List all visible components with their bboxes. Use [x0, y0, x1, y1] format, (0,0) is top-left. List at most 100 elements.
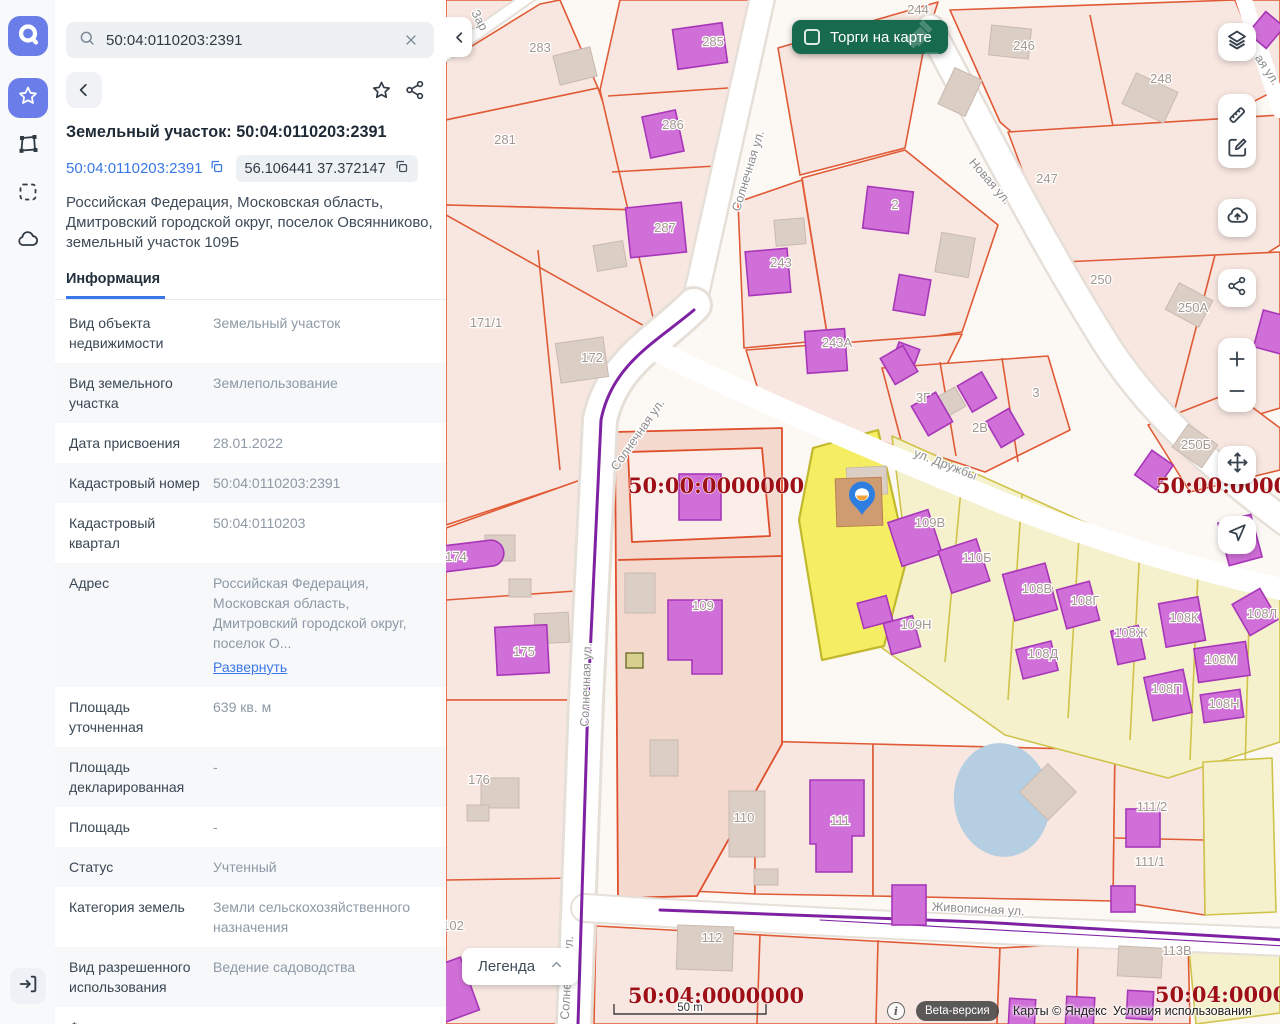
gavel-icon: [898, 20, 944, 54]
draw-tools-group: [1218, 94, 1256, 168]
parcel-number-label: 3: [1032, 385, 1039, 400]
beta-badge: Beta-версия: [916, 1001, 999, 1021]
info-row-value: Ведение садоводства: [201, 957, 355, 997]
parcel-number-label: 250А: [1178, 300, 1209, 315]
object-toolbar: [66, 72, 434, 108]
parcel-number-label: 108Ж: [1114, 625, 1148, 640]
info-icon[interactable]: i: [887, 1002, 905, 1020]
search-input[interactable]: [106, 32, 400, 49]
parcel-number-label: 250Б: [1181, 437, 1211, 452]
exit-button[interactable]: [10, 968, 46, 1004]
sidebar-item-select-area[interactable]: [8, 174, 48, 214]
info-row: СтатусУчтенный: [55, 847, 446, 887]
info-row-value: Землепользование: [201, 373, 338, 413]
app-logo[interactable]: [8, 16, 48, 56]
parcel-number-label: 111/2: [1137, 799, 1168, 814]
parcel-number-label: 246: [1013, 38, 1035, 53]
info-row: Площадь-: [55, 807, 446, 847]
info-row-label: Кадастровый квартал: [69, 513, 201, 553]
info-row-value: 50:04:0110203: [201, 513, 305, 553]
locate-button[interactable]: [1218, 516, 1256, 554]
info-row: АдресРоссийская Федерация, Московская об…: [55, 563, 446, 687]
logout-icon: [17, 973, 39, 1000]
parcel-number-label: 108Г: [1071, 593, 1100, 608]
zoom-group: [1218, 338, 1256, 412]
info-row: Вид разрешенного использованияВедение са…: [55, 947, 446, 1007]
info-table: Вид объекта недвижимостиЗемельный участо…: [55, 303, 446, 1024]
move-icon: [1226, 451, 1249, 479]
legend-label: Легенда: [478, 958, 535, 975]
copy-icon[interactable]: [394, 159, 409, 178]
collapse-panel-button[interactable]: [446, 17, 472, 57]
info-row-label: Категория земель: [69, 897, 201, 937]
info-row: Площадь уточненная639 кв. м: [55, 687, 446, 747]
chevron-up-icon: [549, 957, 564, 976]
legend-button[interactable]: Легенда: [462, 948, 578, 985]
tab-bar: Информация: [55, 270, 446, 300]
parcel-number-label: 108П: [1151, 681, 1182, 696]
parcel-number-label: 108М: [1205, 652, 1238, 667]
select-area-icon: [16, 180, 40, 209]
info-row-value: -: [201, 757, 218, 797]
parcel-number-label: 248: [1150, 71, 1172, 86]
map-attribution: Карты © Яндекс: [1013, 1004, 1107, 1018]
cadastral-quarter-label: 50:00:0000000: [628, 473, 804, 498]
search-bar[interactable]: [66, 22, 434, 58]
sidebar-item-polygon-tool[interactable]: [8, 126, 48, 166]
ruler-button[interactable]: [1218, 99, 1256, 131]
cadastral-map[interactable]: 2832812852862872432243А3Г32В244246248247…: [446, 0, 1280, 1024]
layers-button[interactable]: [1218, 23, 1256, 61]
edit-button[interactable]: [1218, 131, 1256, 163]
cadastral-quarter-label: 50:00:0000000: [1156, 473, 1280, 498]
parcel-number-label: 112: [702, 930, 723, 945]
search-icon: [78, 29, 96, 52]
info-row-label: Вид земельного участка: [69, 373, 201, 413]
coordinates-chip[interactable]: 56.106441 37.372147: [236, 155, 418, 182]
sidebar-item-cloud[interactable]: [8, 222, 48, 262]
parcel-number-label: 3Г: [916, 390, 930, 405]
info-row-label: Дата присвоения: [69, 433, 201, 453]
back-button[interactable]: [66, 72, 102, 108]
page-title: Земельный участок: 50:04:0110203:2391: [66, 123, 434, 142]
copy-icon[interactable]: [209, 159, 224, 178]
auction-toggle-button[interactable]: Торги на карте: [792, 20, 948, 54]
info-row: Площадь декларированная-: [55, 747, 446, 807]
info-row-value: 28.01.2022: [201, 433, 283, 453]
parcel-number-label: 176: [468, 772, 490, 787]
shed: [626, 653, 643, 668]
pan-button[interactable]: [1218, 446, 1256, 484]
info-row: Кадастровый номер50:04:0110203:2391: [55, 463, 446, 503]
info-row-value: Земельный участок: [201, 313, 340, 353]
info-row-value: Российская Федерация, Московская область…: [201, 573, 432, 677]
parcel-number-label: 175: [513, 644, 535, 659]
upload-button[interactable]: [1218, 199, 1256, 237]
parcel-number-label: 108Д: [1028, 646, 1059, 661]
parcel-number-label: 244: [907, 2, 929, 17]
info-row-label: Кадастровый номер: [69, 473, 201, 493]
info-row: Вид земельного участкаЗемлепользование: [55, 363, 446, 423]
clear-search-icon[interactable]: [400, 29, 422, 51]
parcel-number-label: 2: [891, 197, 898, 212]
parcel-number-label: 286: [662, 117, 684, 132]
info-row-label: Площадь: [69, 817, 201, 837]
zoom-in-button[interactable]: [1218, 343, 1256, 375]
parcel-number-label: 102: [446, 918, 464, 933]
parcel-number-label: 108В: [1022, 581, 1052, 596]
zoom-out-button[interactable]: [1218, 375, 1256, 407]
object-address: Российская Федерация, Московская область…: [66, 193, 434, 253]
terms-link[interactable]: Условия использования: [1113, 1004, 1252, 1018]
cloud-icon: [16, 228, 40, 257]
cadastral-number-link[interactable]: 50:04:0110203:2391: [66, 159, 224, 178]
expand-address-link[interactable]: Развернуть: [213, 657, 287, 677]
info-row-value: 639 кв. м: [201, 697, 271, 737]
parcel-number-label: 285: [702, 34, 724, 49]
favorite-button[interactable]: [364, 73, 398, 107]
map-area[interactable]: 2832812852862872432243А3Г32В244246248247…: [446, 0, 1280, 1024]
auction-checkbox[interactable]: [804, 29, 820, 45]
parcel-number-label: 243: [770, 255, 792, 270]
tab-information[interactable]: Информация: [66, 271, 165, 299]
layers-icon: [1225, 28, 1249, 57]
sidebar-item-favorites[interactable]: [8, 78, 48, 118]
share-button[interactable]: [398, 73, 432, 107]
share-map-button[interactable]: [1218, 269, 1256, 307]
